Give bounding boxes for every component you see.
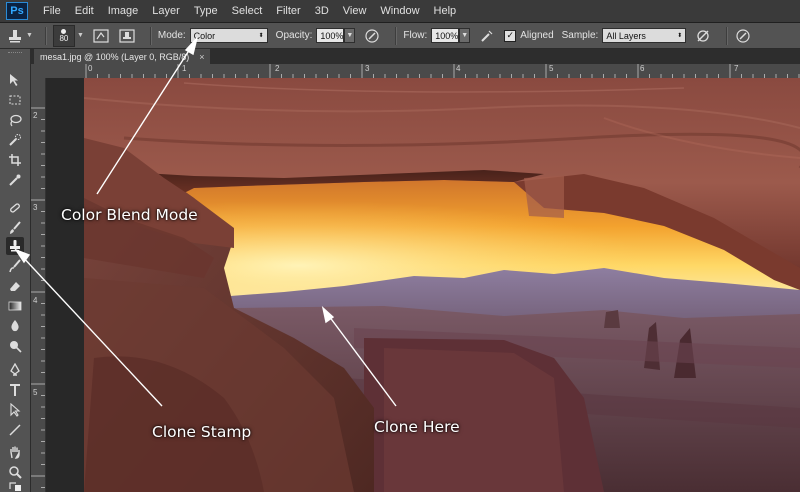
menu-bar: Ps File Edit Image Layer Type Select Fil… [0, 0, 800, 23]
check-icon: ✓ [506, 30, 515, 40]
hand-tool-icon[interactable] [6, 443, 24, 461]
eyedropper-icon[interactable] [6, 171, 24, 189]
marquee-tool-icon[interactable] [6, 91, 24, 109]
gradient-icon[interactable] [6, 297, 24, 315]
quick-select-icon[interactable] [6, 131, 24, 149]
document-tab-title: mesa1.jpg @ 100% (Layer 0, RGB/8) [40, 51, 190, 62]
opacity-slider-dropdown-icon[interactable]: ▼ [344, 28, 356, 43]
tool-preset-icon[interactable] [6, 27, 24, 45]
menu-select[interactable]: Select [225, 0, 270, 22]
aligned-checkbox[interactable]: ✓ [504, 29, 517, 42]
ruler-label: 4 [33, 296, 38, 305]
crop-tool-icon[interactable] [6, 151, 24, 169]
swap-colors-icon[interactable] [6, 481, 24, 491]
separator [395, 26, 398, 45]
opacity-label: Opacity: [275, 30, 313, 41]
flow-input[interactable]: 100% [431, 28, 460, 43]
lasso-tool-icon[interactable] [6, 111, 24, 129]
menu-filter[interactable]: Filter [269, 0, 307, 22]
brush-panel-icon[interactable] [92, 27, 110, 45]
menu-help[interactable]: Help [427, 0, 464, 22]
separator [149, 26, 152, 45]
sample-value: All Layers [606, 30, 646, 41]
clone-source-panel-icon[interactable] [118, 27, 136, 45]
mode-select[interactable]: Color ⬍ [189, 28, 268, 43]
brush-dropdown-icon[interactable]: ▼ [77, 32, 84, 39]
brush-size-value: 80 [59, 33, 69, 43]
document-tab[interactable]: mesa1.jpg @ 100% (Layer 0, RGB/8) × [34, 49, 211, 64]
brush-tool-icon[interactable] [6, 219, 24, 237]
ruler-label: 5 [33, 388, 38, 397]
eraser-icon[interactable] [6, 277, 24, 295]
blur-icon[interactable] [6, 317, 24, 335]
annotation-clone-stamp: Clone Stamp [152, 423, 252, 441]
menu-edit[interactable]: Edit [68, 0, 101, 22]
zoom-tool-icon[interactable] [6, 463, 24, 481]
ruler-label: 4 [456, 64, 461, 73]
updown-icon: ⬍ [258, 33, 264, 39]
move-tool-icon[interactable] [6, 71, 24, 89]
horizontal-ruler[interactable]: 0 1 2 3 4 5 6 7 [31, 64, 800, 79]
ruler-label: 0 [88, 64, 93, 73]
photoshop-logo: Ps [6, 2, 28, 20]
ruler-ticks [31, 107, 45, 488]
ruler-label: 6 [640, 64, 645, 73]
menu-layer[interactable]: Layer [145, 0, 187, 22]
close-tab-icon[interactable]: × [199, 52, 204, 62]
ruler-label: 1 [182, 64, 187, 73]
type-tool-icon[interactable] [6, 381, 24, 399]
airbrush-icon[interactable] [478, 27, 496, 45]
sample-select[interactable]: All Layers ⬍ [602, 28, 687, 43]
clone-stamp-icon[interactable] [6, 237, 24, 255]
ruler-label: 7 [734, 64, 739, 73]
menu-type[interactable]: Type [187, 0, 225, 22]
path-select-icon[interactable] [6, 401, 24, 419]
pen-tool-icon[interactable] [6, 361, 24, 379]
toolbar-grip[interactable] [8, 52, 22, 55]
line-tool-icon[interactable] [6, 421, 24, 439]
annotation-color-blend: Color Blend Mode [61, 206, 198, 224]
menu-image[interactable]: Image [101, 0, 146, 22]
tools-panel [0, 49, 31, 492]
options-bar: ▼ 80 ▼ Mode: Color ⬍ Opacity: 100% ▼ Flo… [0, 23, 800, 49]
vertical-ruler[interactable]: 2 3 4 5 [31, 78, 46, 492]
flow-label: Flow: [403, 30, 428, 41]
ignore-adjustment-layers-icon[interactable] [694, 27, 712, 45]
opacity-input[interactable]: 100% [316, 28, 345, 43]
menu-file[interactable]: File [36, 0, 68, 22]
sample-label: Sample: [561, 30, 599, 41]
ruler-label: 3 [365, 64, 370, 73]
document-tab-bar: mesa1.jpg @ 100% (Layer 0, RGB/8) × [30, 49, 800, 64]
menu-window[interactable]: Window [373, 0, 426, 22]
separator [44, 26, 47, 45]
ruler-label: 5 [549, 64, 554, 73]
menu-view[interactable]: View [336, 0, 374, 22]
separator [726, 26, 729, 45]
mode-label: Mode: [157, 30, 186, 41]
mode-value: Color [193, 30, 216, 41]
brush-preset-picker[interactable]: 80 [52, 24, 75, 47]
updown-icon: ⬍ [677, 33, 683, 39]
tool-preset-dropdown-icon[interactable]: ▼ [26, 32, 33, 39]
ruler-label: 3 [33, 203, 38, 212]
pressure-size-icon[interactable] [734, 27, 752, 45]
history-brush-icon[interactable] [6, 257, 24, 275]
ruler-ticks [85, 64, 800, 78]
spot-healing-icon[interactable] [6, 199, 24, 217]
aligned-label: Aligned [520, 30, 554, 41]
dodge-icon[interactable] [6, 337, 24, 355]
ruler-label: 2 [33, 111, 38, 120]
pressure-opacity-icon[interactable] [363, 27, 381, 45]
annotation-clone-here: Clone Here [374, 418, 460, 436]
menu-3d[interactable]: 3D [308, 0, 336, 22]
ruler-label: 2 [275, 64, 280, 73]
flow-slider-dropdown-icon[interactable]: ▼ [459, 28, 471, 43]
